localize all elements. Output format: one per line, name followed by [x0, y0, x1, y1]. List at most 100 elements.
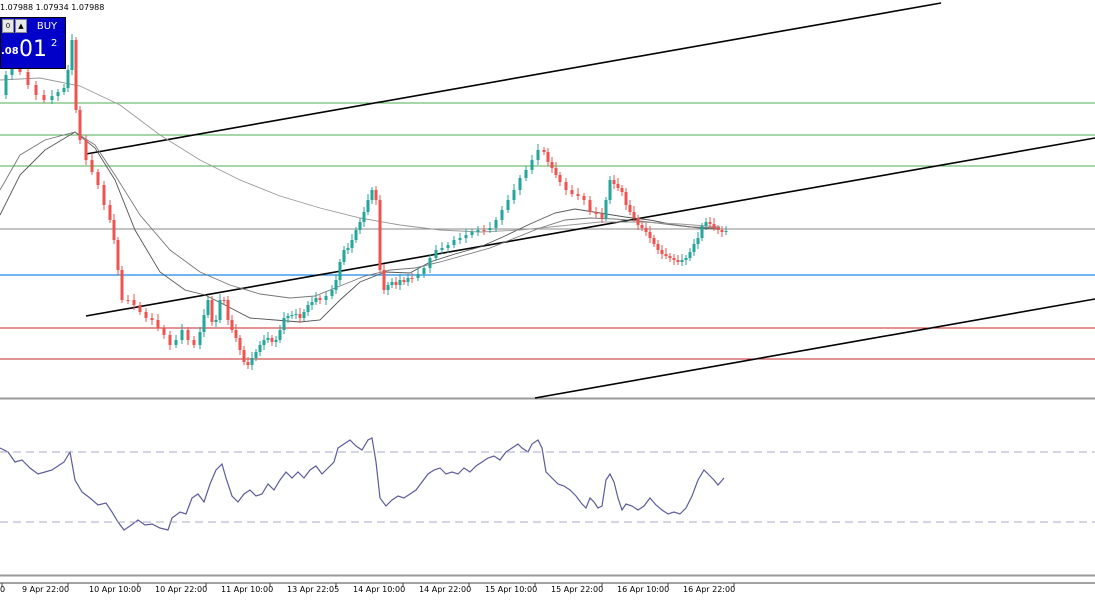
candle-body — [512, 190, 516, 200]
candle-body — [266, 338, 270, 340]
candle-body — [554, 168, 558, 175]
candle-body — [428, 258, 432, 268]
candle-body — [458, 238, 462, 240]
candle-body — [390, 282, 394, 285]
channel-middle-line[interactable] — [85, 137, 1095, 317]
candle-body — [440, 248, 444, 250]
candle-body — [668, 256, 672, 258]
candle-body — [174, 340, 178, 345]
candle-body — [636, 218, 640, 225]
candle-body — [346, 248, 350, 250]
one-click-trading-panel[interactable]: 0 ▲ BUY .08 01 2 — [0, 17, 66, 69]
candle-body — [238, 338, 242, 350]
channel-lower-line[interactable] — [534, 298, 1095, 399]
candle-body — [366, 200, 370, 212]
candle-body — [302, 312, 306, 318]
buy-button[interactable]: BUY — [28, 19, 66, 34]
candle-body — [258, 345, 262, 352]
candle-body — [434, 250, 438, 258]
lot-size-field[interactable]: 0 — [2, 19, 14, 33]
candle-body — [250, 358, 254, 365]
time-label-6: 14 Apr 10:00 — [353, 585, 406, 594]
candle-body — [402, 280, 406, 282]
candle-body — [4, 75, 8, 95]
candle-body — [530, 160, 534, 170]
candle-body — [282, 318, 286, 330]
buy-price-big-digits: 01 — [19, 37, 47, 62]
candle-body — [42, 95, 46, 100]
candle-body — [150, 318, 154, 320]
candle-body — [78, 110, 82, 140]
time-label-1: 9 Apr 22:00 — [22, 585, 70, 594]
candle-body — [306, 305, 310, 312]
candle-body — [696, 238, 700, 244]
time-label-0: 0 — [0, 585, 6, 594]
candle-body — [518, 178, 522, 190]
candle-body — [594, 212, 598, 214]
candle-body — [334, 280, 338, 290]
candle-body — [202, 315, 206, 332]
candle-body — [358, 222, 362, 230]
candle-body — [700, 226, 704, 238]
candle-body — [542, 150, 546, 152]
candle-body — [558, 175, 562, 182]
candle-body — [582, 196, 586, 200]
time-label-3: 10 Apr 22:00 — [155, 585, 208, 594]
time-label-2: 10 Apr 10:00 — [89, 585, 142, 594]
candle-body — [550, 162, 554, 168]
buy-price-pip-fraction: 2 — [51, 38, 58, 49]
candle-body — [452, 240, 456, 245]
up-arrow-icon: ▲ — [18, 22, 24, 30]
candle-body — [644, 228, 648, 232]
candle-body — [198, 332, 202, 345]
price-chart-svg[interactable] — [0, 0, 1095, 600]
candle-body — [374, 190, 378, 200]
candle-body — [354, 230, 358, 240]
candle-body — [692, 244, 696, 252]
candle-body — [506, 200, 510, 210]
time-label-9: 15 Apr 22:00 — [551, 585, 604, 594]
candle-body — [108, 205, 112, 220]
candle-body — [262, 340, 266, 345]
candle-body — [214, 320, 218, 322]
candle-body — [608, 180, 612, 200]
candle-body — [524, 170, 528, 178]
candle-body — [318, 298, 322, 300]
lot-size-up-button[interactable]: ▲ — [15, 19, 27, 33]
candle-body — [192, 340, 196, 345]
candle-body — [218, 300, 222, 320]
candle-body — [168, 335, 172, 345]
candle-body — [382, 270, 386, 290]
candle-body — [546, 152, 550, 162]
channel-upper-line[interactable] — [85, 2, 942, 155]
candle-body — [620, 188, 624, 192]
moving-average-long — [0, 77, 721, 233]
candle-body — [688, 252, 692, 258]
candle-body — [676, 260, 680, 262]
trading-chart[interactable]: 1.07988 1.07934 1.07988 0 ▲ BUY .08 01 2… — [0, 0, 1095, 600]
candle-body — [378, 200, 382, 270]
candle-body — [222, 300, 226, 301]
candle-body — [286, 316, 290, 318]
candle-body — [500, 210, 504, 220]
candle-body — [298, 314, 302, 318]
candle-body — [242, 350, 246, 362]
candle-body — [90, 160, 94, 172]
candlestick-series — [4, 34, 728, 370]
candle-body — [464, 235, 468, 238]
candle-body — [616, 184, 620, 188]
candle-body — [604, 200, 608, 218]
candle-body — [132, 300, 136, 305]
candle-body — [446, 245, 450, 248]
candle-body — [144, 312, 148, 318]
candle-body — [138, 305, 142, 312]
candle-body — [226, 300, 230, 320]
candle-body — [50, 96, 54, 100]
candle-body — [180, 330, 184, 340]
time-label-7: 14 Apr 22:00 — [419, 585, 472, 594]
candle-body — [576, 194, 580, 196]
candle-body — [254, 352, 258, 358]
candle-body — [210, 300, 214, 322]
candle-body — [274, 340, 278, 342]
candle-body — [684, 258, 688, 260]
